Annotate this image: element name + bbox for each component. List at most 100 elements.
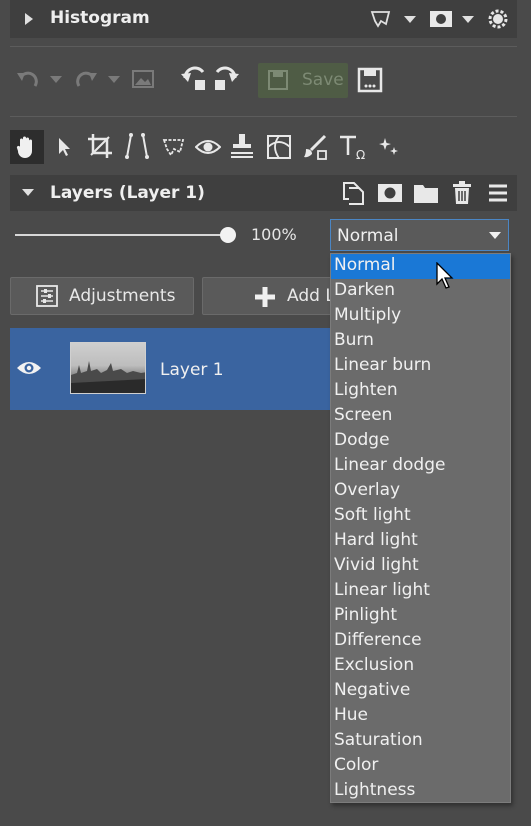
gear-icon[interactable] (485, 6, 511, 32)
divider (10, 46, 517, 47)
blend-option-lightness[interactable]: Lightness (331, 779, 510, 804)
eye-tool-icon[interactable] (194, 134, 222, 160)
clone-stamp-icon[interactable] (228, 132, 256, 160)
blend-option-difference[interactable]: Difference (331, 629, 510, 654)
blend-option-label: Darken (334, 280, 395, 300)
chevron-down-icon[interactable] (108, 76, 120, 83)
redo-icon[interactable] (72, 66, 100, 92)
blend-option-label: Pinlight (334, 605, 398, 625)
add-layer-label: Add L (287, 286, 332, 306)
blend-option-label: Lighten (334, 380, 398, 400)
blend-option-label: Vivid light (334, 555, 419, 575)
blend-mode-select[interactable]: Normal (330, 219, 509, 251)
histogram-title: Histogram (50, 8, 150, 28)
save-button[interactable]: Save (258, 63, 348, 98)
adjustments-label: Adjustments (69, 286, 176, 306)
effects-icon[interactable] (376, 134, 402, 160)
crop-tool-icon[interactable] (86, 132, 114, 160)
visibility-eye-icon[interactable] (16, 358, 42, 378)
blend-option-hue[interactable]: Hue (331, 704, 510, 729)
blend-mode-value: Normal (337, 226, 399, 246)
chevron-down-icon[interactable] (489, 232, 501, 239)
layer-thumbnail[interactable] (70, 342, 146, 394)
mouse-cursor-icon (436, 261, 456, 294)
svg-text:Ω: Ω (356, 148, 365, 161)
layers-title: Layers (Layer 1) (50, 183, 205, 203)
blend-option-saturation[interactable]: Saturation (331, 729, 510, 754)
selection-tool-icon[interactable] (160, 134, 188, 160)
export-icon[interactable] (356, 66, 384, 94)
blend-option-label: Hard light (334, 530, 418, 550)
hand-tool-icon[interactable] (10, 130, 44, 164)
pointer-tool-icon[interactable] (52, 134, 76, 160)
opacity-slider-track[interactable] (15, 234, 227, 236)
transform-tool-icon[interactable] (264, 132, 294, 162)
save-label: Save (302, 70, 344, 90)
blend-option-label: Soft light (334, 505, 411, 525)
undo-icon[interactable] (14, 66, 42, 92)
add-layer-button[interactable]: Add L (202, 277, 332, 315)
image-icon[interactable] (130, 68, 156, 90)
duplicate-layer-icon[interactable] (340, 180, 366, 206)
blend-option-linear-light[interactable]: Linear light (331, 579, 510, 604)
blend-option-hard-light[interactable]: Hard light (331, 529, 510, 554)
collapse-layers-icon[interactable] (22, 189, 34, 196)
menu-icon[interactable] (486, 182, 510, 204)
plus-icon (253, 285, 277, 309)
blend-mode-dropdown[interactable]: Normal Darken Multiply Burn Linear burn Light… (330, 253, 511, 803)
opacity-value: 100% (251, 225, 297, 244)
blend-option-label: Saturation (334, 730, 423, 750)
mask-icon[interactable] (428, 8, 454, 30)
divider (10, 116, 517, 117)
straighten-tool-icon[interactable] (122, 132, 152, 160)
folder-icon[interactable] (412, 181, 440, 205)
blend-option-overlay[interactable]: Overlay (331, 479, 510, 504)
layer-row[interactable]: Layer 1 (10, 328, 340, 410)
layer-name: Layer 1 (160, 360, 224, 380)
chevron-down-icon[interactable] (404, 16, 416, 23)
blend-option-label: Screen (334, 405, 393, 425)
save-icon (266, 69, 290, 91)
blend-option-label: Exclusion (334, 655, 415, 675)
adjustments-button[interactable]: Adjustments (10, 277, 194, 315)
blend-option-label: Hue (334, 705, 369, 725)
opacity-slider-thumb[interactable] (220, 227, 236, 243)
blend-option-label: Linear dodge (334, 455, 446, 475)
blend-option-dodge[interactable]: Dodge (331, 429, 510, 454)
blend-option-linear-dodge[interactable]: Linear dodge (331, 454, 510, 479)
blend-option-multiply[interactable]: Multiply (331, 304, 510, 329)
text-tool-icon[interactable]: Ω (336, 132, 370, 162)
blend-option-label: Multiply (334, 305, 402, 325)
blend-option-label: Difference (334, 630, 422, 650)
brush-tool-icon[interactable] (300, 132, 330, 162)
layer-mask-icon[interactable] (376, 181, 404, 205)
blend-option-normal[interactable]: Normal (331, 254, 510, 279)
blend-option-label: Normal (334, 255, 396, 275)
blend-option-exclusion[interactable]: Exclusion (331, 654, 510, 679)
blend-option-label: Negative (334, 680, 411, 700)
blend-option-screen[interactable]: Screen (331, 404, 510, 429)
adjustments-icon (35, 285, 59, 307)
lasso-select-icon[interactable] (368, 8, 394, 30)
chevron-down-icon[interactable] (462, 16, 474, 23)
blend-option-lighten[interactable]: Lighten (331, 379, 510, 404)
blend-option-soft-light[interactable]: Soft light (331, 504, 510, 529)
blend-option-label: Overlay (334, 480, 401, 500)
blend-option-vivid-light[interactable]: Vivid light (331, 554, 510, 579)
expand-histogram-icon[interactable] (25, 13, 33, 25)
blend-option-label: Burn (334, 330, 374, 350)
blend-option-label: Dodge (334, 430, 390, 450)
blend-option-pinlight[interactable]: Pinlight (331, 604, 510, 629)
blend-option-label: Color (334, 755, 379, 775)
blend-option-darken[interactable]: Darken (331, 279, 510, 304)
blend-option-color[interactable]: Color (331, 754, 510, 779)
blend-option-burn[interactable]: Burn (331, 329, 510, 354)
blend-option-label: Linear light (334, 580, 430, 600)
rotate-icon[interactable] (178, 64, 242, 94)
blend-option-label: Linear burn (334, 355, 432, 375)
blend-option-linear-burn[interactable]: Linear burn (331, 354, 510, 379)
trash-icon[interactable] (450, 180, 474, 206)
chevron-down-icon[interactable] (50, 76, 62, 83)
blend-option-label: Lightness (334, 780, 416, 800)
blend-option-negative[interactable]: Negative (331, 679, 510, 704)
